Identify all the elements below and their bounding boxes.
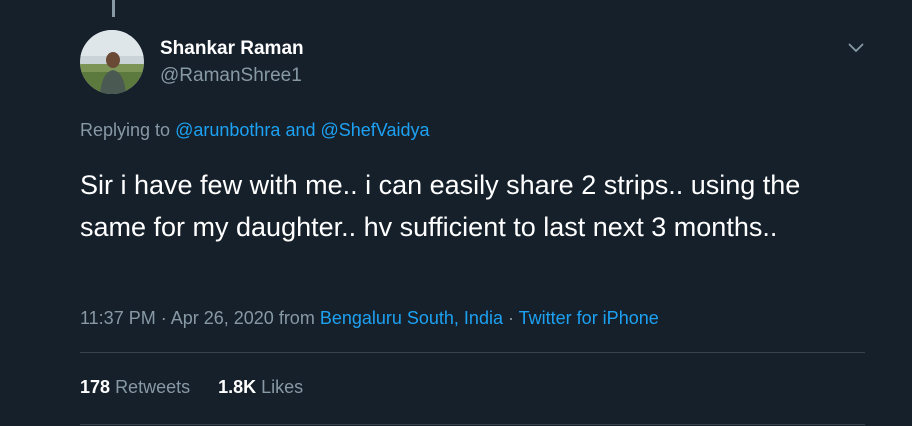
author-handle[interactable]: @RamanShree1 [160, 65, 302, 87]
tweet-text: Sir i have few with me.. i can easily sh… [80, 170, 801, 242]
likes-stat[interactable]: 1.8K Likes [218, 377, 303, 398]
meta-separator: · [507, 308, 514, 328]
retweets-count: 178 [80, 377, 111, 397]
mention-link-shefvaidya[interactable]: @ShefVaidya [321, 120, 430, 140]
retweets-label: Retweets [115, 377, 191, 397]
tweet-timestamp[interactable]: 11:37 PM · Apr 26, 2020 [80, 308, 274, 328]
mention-link-arunbothra[interactable]: @arunbothra [175, 120, 280, 140]
location-link[interactable]: Bengaluru South, India [320, 308, 503, 328]
tweet-meta: 11:37 PM · Apr 26, 2020 from Bengaluru S… [80, 308, 659, 329]
divider [80, 352, 865, 353]
replying-to-line: Replying to @arunbothra and @ShefVaidya [80, 120, 430, 141]
divider [80, 424, 865, 425]
source-link[interactable]: Twitter for iPhone [519, 308, 659, 328]
replying-to-prefix: Replying to [80, 120, 171, 140]
avatar[interactable] [80, 30, 144, 94]
from-label: from [278, 308, 315, 328]
engagement-stats: 178 Retweets 1.8K Likes [80, 377, 303, 398]
retweets-stat[interactable]: 178 Retweets [80, 377, 190, 398]
profile-photo-icon [80, 30, 144, 94]
more-options-button[interactable] [842, 34, 870, 62]
likes-count: 1.8K [218, 377, 257, 397]
author-display-name[interactable]: Shankar Raman [160, 38, 304, 60]
chevron-down-icon [848, 43, 864, 52]
likes-label: Likes [261, 377, 304, 397]
thread-connector-line [112, 0, 115, 17]
replying-to-conjunction[interactable]: and [285, 120, 315, 140]
